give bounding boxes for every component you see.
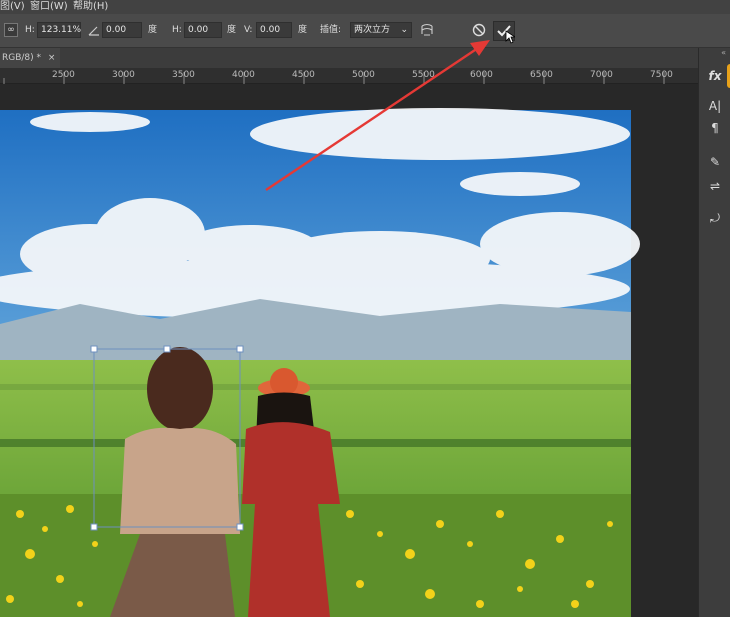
horizontal-ruler: 2500 3000 3500 4000 4500 5000 5500 6000 … — [0, 68, 698, 84]
rotate-angle-icon — [88, 26, 99, 36]
ruler-tick: 7500 — [650, 70, 673, 80]
ruler-tick: 5500 — [412, 70, 435, 80]
document-title: RGB/8) * — [2, 53, 42, 63]
hskew-label: H: — [172, 25, 182, 35]
chevron-down-icon: ⌄ — [400, 25, 408, 35]
ruler-tick: 3000 — [112, 70, 135, 80]
canvas-area[interactable] — [0, 84, 698, 617]
hskew-unit: 度 — [227, 25, 237, 35]
vskew-unit: 度 — [298, 25, 308, 35]
adjustments-icon[interactable]: ⇌ — [705, 176, 725, 196]
collapse-icon[interactable]: « — [721, 48, 726, 57]
mouse-cursor-icon — [505, 30, 515, 44]
link-proportions-icon[interactable]: ∞ — [4, 23, 18, 37]
fx-icon[interactable]: fx — [705, 66, 725, 86]
ruler-tick: 6000 — [470, 70, 493, 80]
right-tool-panel: « fx A| ¶ ✎ ⇌ ⤾ — [698, 48, 730, 617]
paragraph-icon[interactable]: ¶ — [705, 118, 725, 138]
document-tab[interactable]: RGB/8) * × — [0, 48, 60, 68]
interpolation-select[interactable]: 两次立方 ⌄ — [350, 22, 412, 38]
document-image[interactable] — [0, 84, 698, 617]
height-percent-field[interactable]: 123.11% — [37, 22, 81, 38]
ruler-tick: 2500 — [52, 70, 75, 80]
transform-handle — [163, 345, 171, 353]
brush-settings-icon[interactable]: ✎ — [705, 152, 725, 172]
menu-bar: 图(V) 窗口(W) 帮助(H) — [0, 0, 730, 14]
ruler-tick: 5000 — [352, 70, 375, 80]
hskew-field[interactable]: 0.00 — [184, 22, 222, 38]
interpolation-label: 插值: — [320, 25, 342, 35]
menu-view[interactable]: 图(V) — [0, 0, 25, 14]
transform-handle — [90, 523, 98, 531]
vskew-field[interactable]: 0.00 — [256, 22, 292, 38]
character-icon[interactable]: A| — [705, 96, 725, 116]
options-bar: ∞ H: 123.11% 0.00 度 H: 0.00 度 V: 0.00 度 … — [0, 14, 730, 48]
ruler-tick: 3500 — [172, 70, 195, 80]
ruler-tick: 7000 — [590, 70, 613, 80]
transform-handle — [90, 345, 98, 353]
angle-unit: 度 — [148, 25, 158, 35]
ruler-tick: 4500 — [292, 70, 315, 80]
height-label: H: — [25, 25, 35, 35]
interpolation-value: 两次立方 — [354, 25, 391, 35]
rotate-angle-field[interactable]: 0.00 — [102, 22, 142, 38]
transform-handle — [236, 523, 244, 531]
close-icon[interactable]: × — [48, 53, 56, 63]
warp-icon[interactable] — [420, 23, 434, 39]
vskew-label: V: — [244, 25, 253, 35]
transform-handle — [236, 345, 244, 353]
document-tab-bar: RGB/8) * × — [0, 48, 698, 68]
menu-help[interactable]: 帮助(H) — [73, 0, 108, 14]
menu-window[interactable]: 窗口(W) — [30, 0, 68, 14]
clone-source-icon[interactable]: ⤾ — [705, 208, 725, 228]
ruler-tick: 4000 — [232, 70, 255, 80]
ruler-tick: 6500 — [530, 70, 553, 80]
cancel-transform-icon[interactable] — [472, 23, 486, 39]
